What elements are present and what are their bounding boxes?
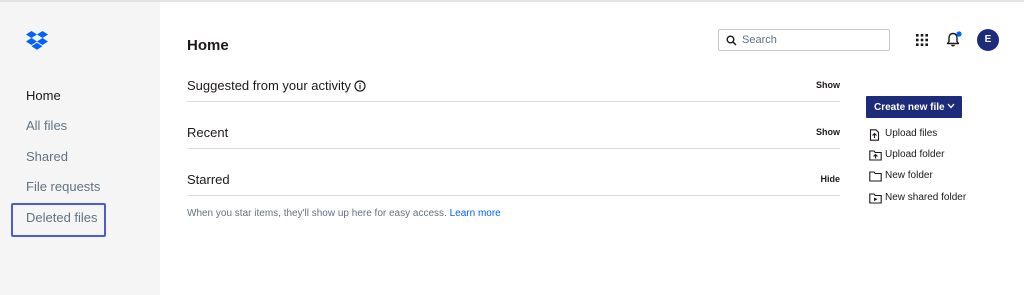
notification-dot <box>956 31 962 37</box>
sidebar-item-all-files[interactable]: All files <box>26 118 67 133</box>
section-title: Recent <box>187 125 229 140</box>
divider <box>187 101 840 102</box>
upload-folder-icon <box>869 150 882 161</box>
show-suggested-button[interactable]: Show <box>816 80 840 90</box>
app-grid-icon[interactable] <box>916 34 928 46</box>
dropbox-logo-icon[interactable] <box>26 30 48 50</box>
shared-folder-icon <box>869 193 882 204</box>
hide-starred-button[interactable]: Hide <box>820 174 840 184</box>
section-recent: Recent Show <box>187 125 840 147</box>
folder-icon <box>869 171 882 182</box>
avatar[interactable]: E <box>977 29 999 51</box>
info-icon[interactable] <box>354 80 366 92</box>
search-box[interactable] <box>718 29 890 51</box>
sidebar <box>0 2 160 295</box>
search-icon <box>726 35 737 46</box>
new-shared-folder-label: New shared folder <box>885 192 967 203</box>
starred-empty-message: When you star items, they'll show up her… <box>187 208 501 219</box>
learn-more-link[interactable]: Learn more <box>450 208 501 219</box>
section-title: Suggested from your activity <box>187 78 352 93</box>
starred-empty-text: When you star items, they'll show up her… <box>187 208 447 219</box>
chevron-down-icon <box>947 103 955 109</box>
page-title: Home <box>187 37 229 54</box>
upload-files-label: Upload files <box>885 128 938 139</box>
highlight-outline <box>11 203 106 237</box>
create-new-file-button[interactable]: Create new file <box>866 96 962 118</box>
sidebar-item-shared[interactable]: Shared <box>26 149 68 164</box>
section-title: Starred <box>187 172 230 187</box>
divider <box>187 148 840 149</box>
create-new-file-label: Create new file <box>874 101 945 113</box>
section-suggested: Suggested from your activity Show <box>187 78 840 100</box>
sidebar-item-file-requests[interactable]: File requests <box>26 179 100 194</box>
notification-bell-icon[interactable] <box>945 30 963 48</box>
show-recent-button[interactable]: Show <box>816 127 840 137</box>
upload-file-icon <box>869 129 880 141</box>
new-folder-label: New folder <box>885 170 933 181</box>
search-input[interactable] <box>742 32 882 48</box>
upload-folder-label: Upload folder <box>885 149 945 160</box>
section-starred: Starred Hide <box>187 172 840 194</box>
sidebar-item-home[interactable]: Home <box>26 88 61 103</box>
divider <box>187 195 840 196</box>
